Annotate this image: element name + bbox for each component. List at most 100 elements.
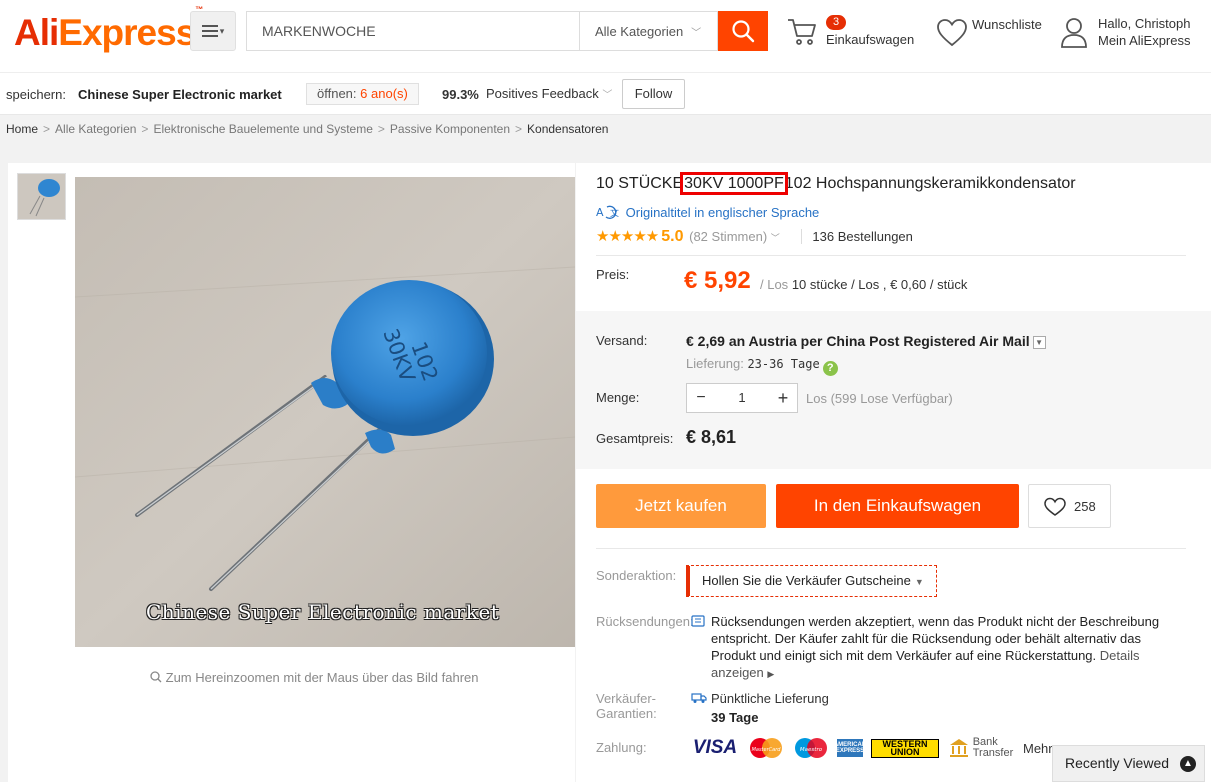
- returns-icon: [691, 615, 705, 627]
- votes-dropdown[interactable]: (82 Stimmen) ﹀: [689, 229, 780, 244]
- breadcrumb-electronics[interactable]: Elektronische Bauelemente und Systeme: [153, 122, 372, 136]
- quantity-increase-button[interactable]: +: [769, 384, 797, 412]
- product-title: 10 STÜCKE30KV 1000PF102 Hochspannungsker…: [596, 172, 1076, 195]
- guarantee-value: Pünktliche Lieferung: [711, 691, 829, 706]
- rating-stars: ★★★★★: [596, 228, 659, 245]
- search-category-select[interactable]: Alle Kategorien ﹀: [579, 11, 718, 51]
- recently-viewed-button[interactable]: Recently Viewed ▲: [1052, 745, 1205, 782]
- shipping-area: Versand: € 2,69 an Austria per China Pos…: [576, 311, 1211, 469]
- search-icon: [732, 20, 755, 43]
- help-icon[interactable]: ?: [822, 361, 838, 376]
- aliexpress-logo[interactable]: AliExpress™: [14, 5, 203, 54]
- title-highlight: 30KV 1000PF: [680, 172, 788, 195]
- search-button[interactable]: [718, 11, 768, 51]
- capacitor-thumb-image: [18, 174, 65, 219]
- coupon-dropdown[interactable]: Hollen Sie die Verkäufer Gutscheine ▼: [686, 565, 937, 597]
- caret-down-icon: ▼: [914, 577, 924, 587]
- buy-now-button[interactable]: Jetzt kaufen: [596, 484, 766, 528]
- quantity-label: Menge:: [596, 390, 640, 405]
- store-bar: speichern: Chinese Super Electronic mark…: [0, 72, 1211, 115]
- mastercard-icon: MasterCard: [747, 738, 785, 758]
- account-label: Mein AliExpress: [1098, 33, 1191, 48]
- cart-count-badge: 3: [826, 15, 847, 30]
- delivery-info: Lieferung: 23-36 Tage?: [686, 356, 838, 376]
- user-icon: [1061, 18, 1087, 48]
- payment-label: Zahlung:: [596, 740, 647, 755]
- cart-icon: [788, 19, 816, 45]
- quantity-stepper: − 1 +: [686, 383, 798, 413]
- visa-icon: VISA: [692, 737, 738, 758]
- account-greeting: Hallo, Christoph: [1098, 16, 1191, 31]
- breadcrumb-home[interactable]: Home: [6, 122, 38, 136]
- truck-icon: [691, 693, 707, 703]
- orders-count: 136 Bestellungen: [801, 229, 913, 244]
- total-price-value: € 8,61: [686, 427, 737, 447]
- store-name-link[interactable]: Chinese Super Electronic market: [78, 87, 282, 102]
- product-gallery: 102 30KV Chinese Super Electronic market…: [8, 163, 575, 782]
- product-main-image[interactable]: 102 30KV Chinese Super Electronic market: [75, 177, 575, 647]
- returns-text: Rücksendungen werden akzeptiert, wenn da…: [711, 614, 1160, 680]
- guarantee-label: Verkäufer- Garantien:: [596, 691, 657, 721]
- chevron-up-icon: ▲: [1180, 756, 1196, 772]
- shipping-value[interactable]: € 2,69 an Austria per China Post Registe…: [686, 333, 1046, 349]
- product-detail: 10 STÜCKE30KV 1000PF102 Hochspannungsker…: [576, 163, 1211, 782]
- svg-text:Maestro: Maestro: [800, 747, 823, 753]
- feedback-percent: 99.3%: [442, 87, 479, 102]
- chevron-down-icon: ﹀: [691, 27, 702, 39]
- caret-down-icon: ▾: [219, 25, 225, 36]
- breadcrumb-all-categories[interactable]: Alle Kategorien: [55, 122, 136, 136]
- wishlist-link[interactable]: Wunschliste: [936, 14, 1056, 54]
- add-to-wishlist-button[interactable]: 258: [1028, 484, 1111, 528]
- amex-icon: AMERICAN EXPRESS: [837, 739, 863, 757]
- feedback-dropdown[interactable]: Positives Feedback ﹀: [486, 86, 612, 101]
- promo-label: Sonderaktion:: [596, 568, 677, 583]
- quantity-input[interactable]: 1: [715, 384, 769, 412]
- chevron-down-icon: ﹀: [602, 90, 613, 101]
- breadcrumb: Home > Alle Kategorien > Elektronische Bauel…: [6, 122, 609, 136]
- rating-row: ★★★★★ 5.0 (82 Stimmen) ﹀ 136 Bestellungen: [596, 227, 913, 246]
- breadcrumb-passive[interactable]: Passive Komponenten: [390, 122, 510, 136]
- zoom-hint: Zum Hereinzoomen mit der Maus über das B…: [150, 670, 479, 685]
- heart-icon: [1044, 497, 1066, 516]
- svg-text:MasterCard: MasterCard: [752, 747, 782, 753]
- returns-label: Rücksendungen:: [596, 614, 694, 629]
- cart-link[interactable]: 3 Einkaufswagen: [786, 14, 926, 54]
- maestro-icon: Maestro: [793, 738, 829, 758]
- capacitor-photo: 102 30KV: [75, 177, 575, 647]
- site-header: AliExpress™ ▾ MARKENWOCHE Alle Kategorie…: [0, 0, 1211, 72]
- wishlist-label: Wunschliste: [972, 17, 1042, 32]
- search-input[interactable]: MARKENWOCHE: [246, 11, 580, 51]
- shipping-dropdown-icon[interactable]: ▼: [1032, 336, 1046, 349]
- breadcrumb-current: Kondensatoren: [527, 122, 609, 136]
- svg-text:A: A: [596, 206, 604, 219]
- image-watermark: Chinese Super Electronic market: [146, 600, 500, 624]
- svg-text:文: 文: [610, 207, 619, 219]
- cart-label: Einkaufswagen: [826, 32, 915, 47]
- quantity-decrease-button[interactable]: −: [687, 384, 715, 412]
- store-open-badge: öffnen: 6 ano(s): [306, 83, 419, 105]
- wishlist-count: 258: [1074, 499, 1096, 514]
- category-menu-button[interactable]: ▾: [190, 11, 236, 51]
- bank-transfer-icon: Bank Transfer: [947, 737, 1015, 759]
- gallery-thumbnail[interactable]: [17, 173, 66, 220]
- rating-value: 5.0: [661, 228, 684, 245]
- heart-icon: [937, 19, 967, 47]
- payment-methods: VISA MasterCard Maestro AMERICAN EXPRESS…: [691, 736, 1053, 760]
- guarantee-days: 39 Tage: [711, 710, 759, 725]
- hamburger-icon: [201, 25, 218, 37]
- price-value: € 5,92: [684, 267, 751, 294]
- more-payments-link[interactable]: Mehr: [1023, 741, 1053, 756]
- quantity-available: Los (599 Lose Verfügbar): [806, 391, 953, 406]
- price-unit: / Los 10 stücke / Los , € 0,60 / stück: [760, 277, 968, 292]
- original-title-link[interactable]: A文 Originaltitel in englischer Sprache: [596, 204, 819, 220]
- divider: [596, 255, 1186, 256]
- follow-button[interactable]: Follow: [622, 79, 685, 109]
- add-to-cart-button[interactable]: In den Einkaufswagen: [776, 484, 1019, 528]
- caret-right-icon: ▶: [767, 669, 775, 679]
- store-save-label: speichern:: [6, 87, 66, 102]
- divider: [596, 548, 1186, 549]
- account-menu[interactable]: Hallo, Christoph Mein AliExpress: [1060, 14, 1210, 54]
- magnifier-icon: [150, 671, 162, 683]
- translate-icon: A文: [596, 205, 619, 219]
- chevron-down-icon: ﹀: [770, 233, 780, 243]
